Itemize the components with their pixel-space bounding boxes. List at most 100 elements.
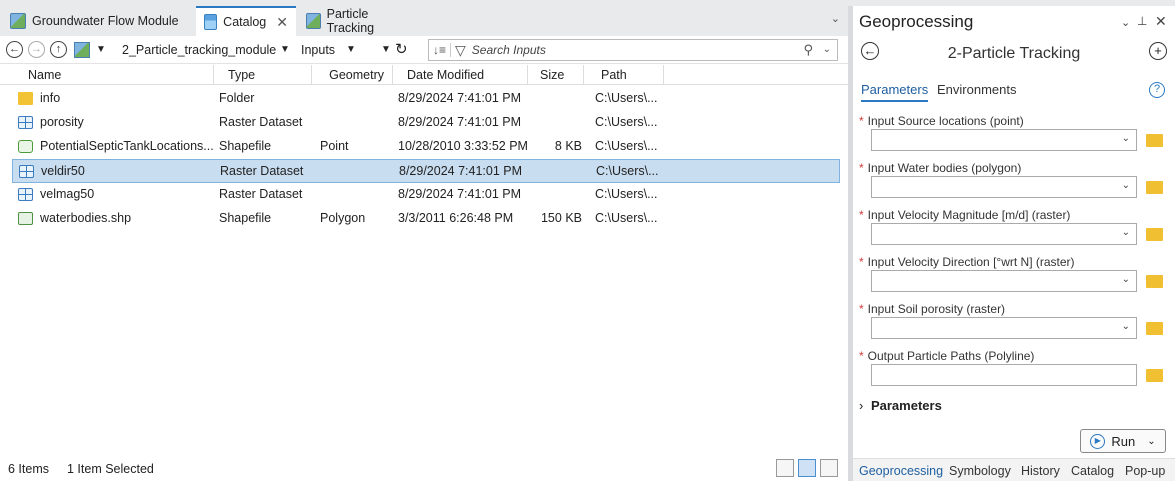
geoprocessing-pane: Geoprocessing ⌄ ⊥ ✕ ← 2-Particle Trackin… — [853, 6, 1175, 481]
chevron-down-icon[interactable]: ⌄ — [1122, 227, 1130, 238]
param-label: * Input Velocity Magnitude [m/d] (raster) — [859, 208, 1070, 222]
table-row[interactable]: waterbodies.shp Shapefile Polygon 3/3/2011 … — [12, 207, 840, 231]
param-label: * Input Water bodies (polygon) — [859, 161, 1021, 175]
param-label-text: Input Velocity Magnitude [m/d] (raster) — [867, 208, 1071, 222]
dropdown-arrow-icon[interactable]: ▼ — [381, 44, 391, 55]
param-input[interactable]: ⌄ — [871, 176, 1137, 198]
header-type[interactable]: Type — [214, 65, 312, 85]
run-button[interactable]: ▶ Run ⌄ — [1080, 429, 1166, 453]
row-date-modified: 8/29/2024 7:41:01 PM — [398, 187, 522, 201]
header-path[interactable]: Path — [584, 65, 664, 85]
param-label: * Output Particle Paths (Polyline) — [859, 349, 1034, 363]
browse-folder-icon[interactable] — [1146, 369, 1163, 382]
tab-groundwater-flow-module[interactable]: Groundwater Flow Module — [2, 6, 192, 36]
row-name: porosity — [40, 115, 84, 129]
header-date-modified[interactable]: Date Modified — [393, 65, 528, 85]
row-geometry: Point — [320, 139, 349, 153]
row-type: Shapefile — [219, 139, 272, 153]
help-icon[interactable]: ? — [1149, 82, 1165, 98]
required-asterisk-icon: * — [859, 255, 864, 269]
parameters-section-header[interactable]: › Parameters — [859, 398, 942, 413]
chevron-down-icon[interactable]: ⌄ — [823, 44, 831, 55]
table-row[interactable]: info Folder 8/29/2024 7:41:01 PM C:\Users\.… — [12, 87, 840, 111]
breadcrumb-folder[interactable]: 2_Particle_tracking_module — [122, 43, 276, 57]
details-view-icon[interactable] — [776, 459, 794, 477]
header-geometry[interactable]: Geometry — [312, 65, 393, 85]
tab-geoprocessing[interactable]: Geoprocessing — [859, 464, 943, 478]
forward-icon[interactable]: → — [28, 41, 45, 58]
tab-particle-tracking[interactable]: Particle Tracking — [298, 6, 418, 36]
browse-folder-icon[interactable] — [1146, 134, 1163, 147]
browse-folder-icon[interactable] — [1146, 275, 1163, 288]
param-input[interactable] — [871, 364, 1137, 386]
required-asterisk-icon: * — [859, 114, 864, 128]
list-view-icon[interactable] — [798, 459, 816, 477]
row-date-modified: 8/29/2024 7:41:01 PM — [398, 115, 522, 129]
row-type: Raster Dataset — [219, 187, 303, 201]
tab-pop-up[interactable]: Pop-up — [1125, 464, 1165, 478]
table-row[interactable]: velmag50 Raster Dataset 8/29/2024 7:41:01 … — [12, 183, 840, 207]
up-icon[interactable]: ↑ — [50, 41, 67, 58]
tab-parameters[interactable]: Parameters — [861, 82, 929, 102]
required-asterisk-icon: * — [859, 349, 864, 363]
chevron-right-icon: › — [859, 398, 864, 413]
breadcrumb-subfolder[interactable]: Inputs — [301, 43, 335, 57]
browse-folder-icon[interactable] — [1146, 228, 1163, 241]
chevron-down-icon[interactable]: ⌄ — [1121, 16, 1130, 29]
chevron-down-icon[interactable]: ⌄ — [1147, 436, 1155, 447]
chevron-down-icon[interactable]: ▼ — [346, 44, 356, 55]
close-icon[interactable]: ✕ — [276, 14, 288, 31]
browse-folder-icon[interactable] — [1146, 181, 1163, 194]
row-size — [533, 160, 583, 184]
tab-symbology[interactable]: Symbology — [949, 464, 1011, 478]
required-asterisk-icon: * — [859, 161, 864, 175]
add-icon[interactable]: + — [1149, 42, 1167, 60]
refresh-icon[interactable]: ↻ — [395, 40, 408, 58]
browse-folder-icon[interactable] — [1146, 322, 1163, 335]
chevron-down-icon[interactable]: ⌄ — [1122, 321, 1130, 332]
param-input[interactable]: ⌄ — [871, 317, 1137, 339]
row-size — [532, 87, 582, 111]
chevron-down-icon[interactable]: ⌄ — [831, 12, 840, 25]
param-label-text: Input Water bodies (polygon) — [867, 161, 1022, 175]
chevron-down-icon[interactable]: ⌄ — [1122, 133, 1130, 144]
close-icon[interactable]: ✕ — [1155, 13, 1167, 30]
param-input[interactable]: ⌄ — [871, 223, 1137, 245]
param-input[interactable]: ⌄ — [871, 270, 1137, 292]
row-type: Shapefile — [219, 211, 272, 225]
required-asterisk-icon: * — [859, 208, 864, 222]
table-row[interactable]: porosity Raster Dataset 8/29/2024 7:41:01 … — [12, 111, 840, 135]
raster-icon — [18, 188, 33, 201]
pin-icon[interactable]: ⊥ — [1137, 14, 1147, 28]
row-size — [532, 183, 582, 207]
chevron-down-icon[interactable]: ▼ — [96, 44, 106, 55]
project-icon[interactable] — [74, 42, 90, 58]
chevron-down-icon[interactable]: ⌄ — [1122, 180, 1130, 191]
header-name[interactable]: Name — [0, 65, 214, 85]
tab-catalog[interactable]: Catalog — [1071, 464, 1114, 478]
sort-icon[interactable]: ↓≡ — [433, 43, 452, 57]
row-path: C:\Users\... — [595, 187, 658, 201]
back-icon[interactable]: ← — [6, 41, 23, 58]
row-name: velmag50 — [40, 187, 95, 201]
row-path: C:\Users\... — [595, 139, 658, 153]
row-path: C:\Users\... — [596, 164, 659, 178]
chevron-down-icon[interactable]: ▼ — [280, 44, 290, 55]
filter-icon[interactable]: ▽ — [455, 42, 466, 59]
tiles-view-icon[interactable] — [820, 459, 838, 477]
chevron-down-icon[interactable]: ⌄ — [1122, 274, 1130, 285]
row-name: waterbodies.shp — [40, 211, 132, 225]
tab-environments[interactable]: Environments — [937, 82, 1016, 97]
raster-icon — [18, 116, 33, 129]
catalog-pane: ← → ↑ ▼ 2_Particle_tracking_module ▼ Inp… — [0, 36, 848, 481]
search-box[interactable]: ↓≡ ▽ Search Inputs ⚲ ⌄ — [428, 39, 838, 61]
header-size[interactable]: Size — [528, 65, 584, 85]
table-row[interactable]: PotentialSepticTankLocations... Shapefile… — [12, 135, 840, 159]
table-row[interactable]: veldir50 Raster Dataset 8/29/2024 7:41:01 … — [12, 159, 840, 183]
section-label: Parameters — [870, 398, 942, 413]
search-input[interactable]: Search Inputs — [472, 43, 546, 57]
search-icon[interactable]: ⚲ — [803, 42, 813, 58]
tab-catalog[interactable]: Catalog ✕ — [196, 6, 296, 36]
param-input[interactable]: ⌄ — [871, 129, 1137, 151]
tab-history[interactable]: History — [1021, 464, 1060, 478]
